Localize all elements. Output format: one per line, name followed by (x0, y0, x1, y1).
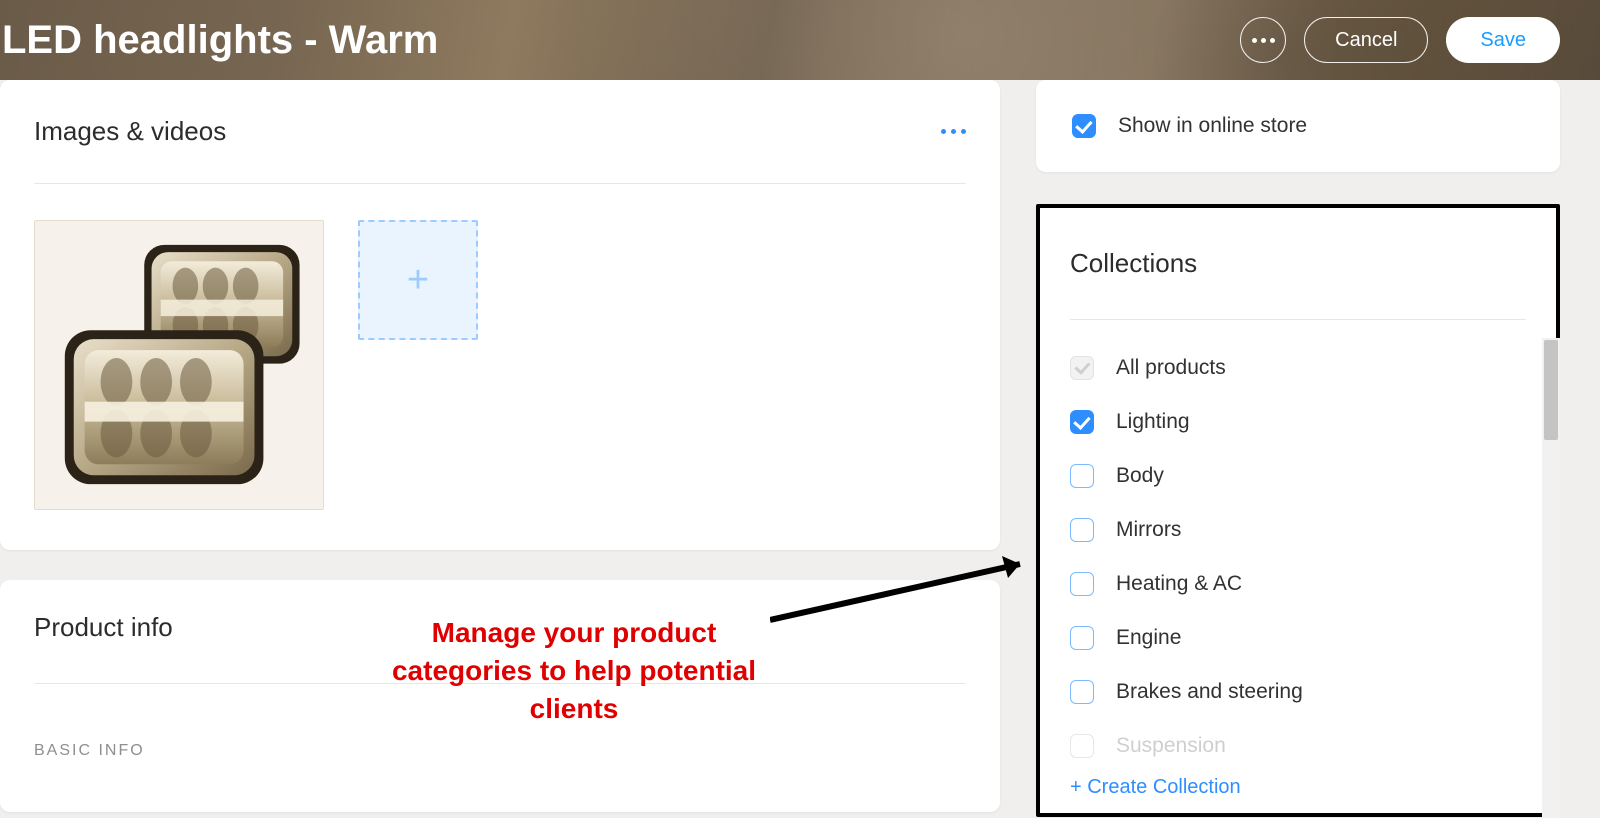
add-media-button[interactable]: + (358, 220, 478, 340)
images-videos-card: Images & videos (0, 80, 1000, 550)
collection-heating-ac[interactable]: Heating & AC (1070, 572, 1526, 596)
collection-label: Brakes and steering (1116, 680, 1303, 704)
checkbox-all-products[interactable] (1070, 356, 1094, 380)
show-online-store-checkbox[interactable] (1072, 114, 1096, 138)
headlight-icon (35, 221, 323, 509)
checkbox-mirrors[interactable] (1070, 518, 1094, 542)
checkbox-body[interactable] (1070, 464, 1094, 488)
checkbox-brakes-steering[interactable] (1070, 680, 1094, 704)
save-button[interactable]: Save (1446, 17, 1560, 63)
collection-label: Lighting (1116, 410, 1190, 434)
plus-icon: + (407, 261, 429, 299)
more-actions-button[interactable] (1240, 17, 1286, 63)
checkbox-engine[interactable] (1070, 626, 1094, 650)
collection-label: Body (1116, 464, 1164, 488)
page-title: LED headlights - Warm (0, 18, 438, 63)
checkbox-lighting[interactable] (1070, 410, 1094, 434)
collections-title: Collections (1070, 248, 1526, 320)
annotation-text: Manage your product categories to help p… (374, 614, 774, 727)
collection-suspension[interactable]: Suspension (1070, 734, 1526, 758)
collection-all-products[interactable]: All products (1070, 356, 1526, 380)
create-collection-link[interactable]: + Create Collection (1040, 762, 1556, 813)
more-icon (1252, 38, 1275, 43)
visibility-card: Show in online store (1036, 80, 1560, 172)
checkbox-heating-ac[interactable] (1070, 572, 1094, 596)
collection-label: Suspension (1116, 734, 1226, 758)
collection-label: All products (1116, 356, 1226, 380)
checkbox-suspension[interactable] (1070, 734, 1094, 758)
collection-brakes-steering[interactable]: Brakes and steering (1070, 680, 1526, 704)
collections-scrollbar[interactable] (1542, 338, 1560, 818)
collection-mirrors[interactable]: Mirrors (1070, 518, 1526, 542)
product-image-thumbnail[interactable] (34, 220, 324, 510)
collection-engine[interactable]: Engine (1070, 626, 1526, 650)
collections-card: Collections All products Lighting Body (1036, 204, 1560, 817)
cancel-button[interactable]: Cancel (1304, 17, 1428, 63)
collection-body[interactable]: Body (1070, 464, 1526, 488)
images-videos-more-button[interactable] (941, 129, 966, 134)
collection-label: Heating & AC (1116, 572, 1242, 596)
collection-label: Engine (1116, 626, 1181, 650)
collection-label: Mirrors (1116, 518, 1181, 542)
collection-lighting[interactable]: Lighting (1070, 410, 1526, 434)
show-online-store-label: Show in online store (1118, 114, 1307, 138)
images-videos-title: Images & videos (34, 116, 226, 147)
